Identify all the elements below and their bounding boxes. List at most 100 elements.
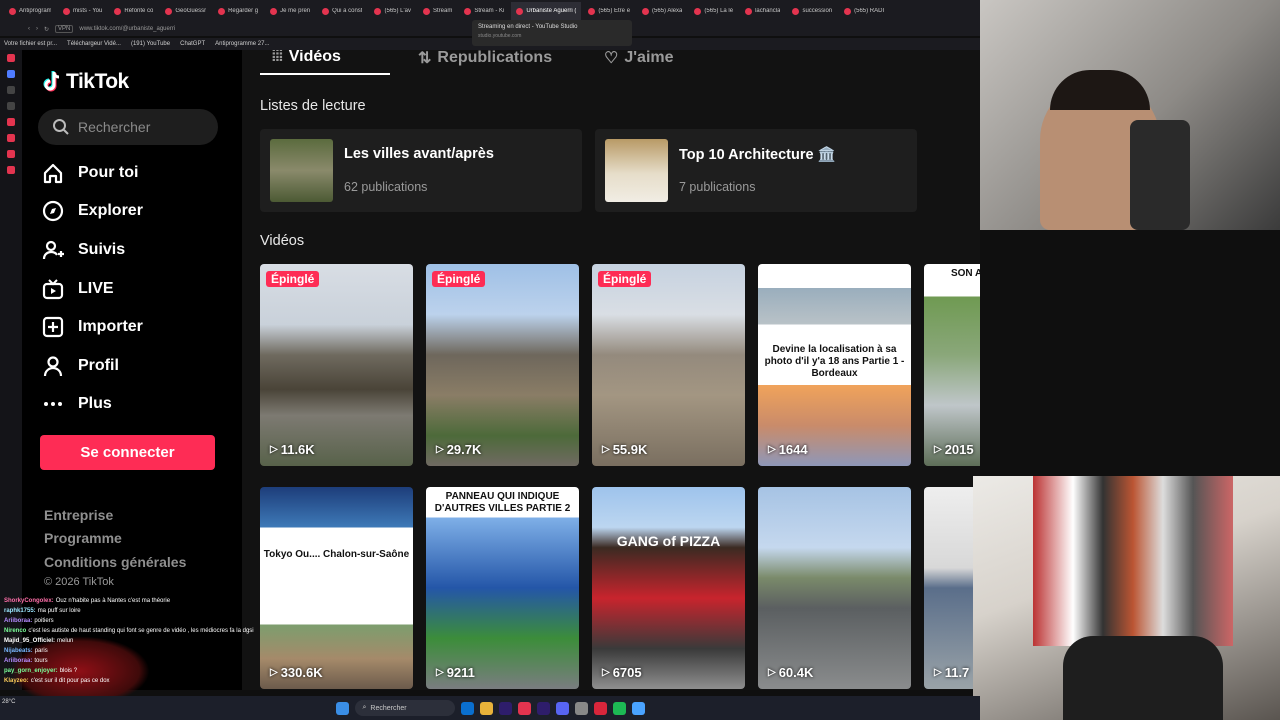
browser-tab-label: (565) Etre e (598, 8, 631, 14)
reload-icon[interactable]: ↻ (44, 26, 49, 33)
tiktok-logo[interactable]: TikTok (42, 70, 129, 94)
footer-link[interactable]: Programme (44, 530, 122, 546)
browser-tab[interactable]: (565) RADI (839, 2, 889, 20)
nav-item-importer[interactable]: Importer (42, 316, 143, 338)
bookmark-item[interactable]: ChatGPT (180, 41, 205, 47)
premiere-2-icon[interactable] (536, 701, 550, 715)
tab-videos[interactable]: ⦙⦙⦙ Vidéos (272, 50, 341, 66)
folder-icon[interactable] (479, 701, 493, 715)
video-card[interactable]: SON ARRÊT DE BUS ▷2015 (924, 264, 980, 466)
view-count-text: 11.6K (280, 442, 315, 457)
login-button[interactable]: Se connecter (40, 435, 215, 470)
videos-heading: Vidéos (260, 233, 305, 249)
obs-icon[interactable] (574, 701, 588, 715)
view-count: ▷ 9211 (436, 665, 475, 680)
messenger-icon[interactable] (7, 70, 15, 78)
browser-tab[interactable]: Regarder g (213, 2, 263, 20)
video-thumbnail (758, 487, 911, 689)
browser-tab[interactable]: Refonte co (109, 2, 158, 20)
browser-tab[interactable]: Urbaniste Aguerri (@ (511, 2, 582, 20)
browser-tab-label: Regarder g (228, 8, 259, 14)
browser-tab[interactable]: Antiprogram (4, 2, 56, 20)
browser-tab-label: GeoGuessr (175, 8, 207, 14)
bookmark-item[interactable]: Antiprogramme 27... (215, 41, 269, 47)
tab-favicon-icon (792, 7, 800, 15)
x-icon[interactable] (7, 102, 15, 110)
bookmark-item[interactable]: (191) YouTube (131, 41, 170, 47)
weather-widget[interactable]: 28°C (2, 699, 15, 705)
tiktok-strip-icon[interactable] (7, 86, 15, 94)
chat-text: melun (57, 638, 74, 644)
browser-tab[interactable]: (565) La lé (689, 2, 738, 20)
search-input[interactable]: Rechercher (38, 109, 218, 145)
video-card[interactable]: Devine la localisation à sa photo d'il y… (758, 264, 911, 466)
playlist-card[interactable]: Top 10 Architecture 🏛️ 7 publications (595, 129, 917, 212)
chat-username: raphk1755: (4, 608, 36, 614)
chat-message: Nirenco c'est les autiste de haut standin… (4, 626, 304, 636)
browser-tab[interactable]: (565) L'av (369, 2, 416, 20)
forward-icon[interactable]: › (36, 26, 38, 32)
video-card[interactable]: Épinglé ▷ 11.6K (260, 264, 413, 466)
stream-chat: ShorkyCongolex: Ouz n'habite pas à Nantes… (0, 596, 300, 706)
taskbar-search[interactable]: ⌕ Rechercher (354, 700, 455, 716)
url-text[interactable]: www.tiktok.com/@urbaniste_aguerri (79, 26, 175, 32)
browser-tab[interactable]: succession (787, 2, 837, 20)
browser-tab[interactable]: (565) Alexa (637, 2, 687, 20)
browser-tab[interactable]: lachancla (740, 2, 785, 20)
browser-tab[interactable]: Qui a const (317, 2, 367, 20)
video-thumbnail (426, 264, 579, 466)
browser-tab[interactable]: GeoGuessr (160, 2, 211, 20)
nav-item-suivis[interactable]: Suivis (42, 239, 125, 261)
video-card[interactable]: PANNEAU QUI INDIQUE D'AUTRES VILLES PART… (426, 487, 579, 689)
history-icon[interactable] (7, 118, 15, 126)
footer-link[interactable]: Conditions générales (44, 554, 186, 570)
browser-tab-label: Stream (432, 8, 453, 14)
spotify-icon[interactable] (612, 701, 626, 715)
video-card[interactable]: GANG of PIZZA ▷ 6705 (592, 487, 745, 689)
app-blue-icon[interactable] (631, 701, 645, 715)
playlist-thumbnail (605, 139, 668, 202)
video-card[interactable]: ▷ 11.7 (924, 487, 980, 689)
tab-reposts[interactable]: ⇅ Republications (418, 50, 552, 68)
tab-label: J'aime (624, 50, 674, 66)
nav-item-explorer[interactable]: Explorer (42, 200, 143, 222)
browser-tab[interactable]: Stream (418, 2, 457, 20)
nav-item-profil[interactable]: Profil (42, 355, 119, 377)
tab-likes[interactable]: ♡ J'aime (604, 50, 674, 68)
opera-icon[interactable] (7, 54, 15, 62)
browser-tab[interactable]: (565) Etre e (583, 2, 635, 20)
view-count: ▷ 55.9K (602, 442, 647, 457)
nav-item-live[interactable]: LIVE (42, 278, 114, 300)
browser-tab[interactable]: Je me pren (265, 2, 315, 20)
nav-item-plus[interactable]: Plus (42, 393, 112, 415)
discord-icon[interactable] (555, 701, 569, 715)
chat-username: Ariiboraa: (4, 618, 33, 624)
nav-item-pour-toi[interactable]: Pour toi (42, 162, 138, 184)
bookmark-item[interactable]: Téléchargeur Vidé... (67, 41, 121, 47)
vpn-badge[interactable]: VPN (55, 25, 74, 33)
view-count: ▷ 11.7 (934, 665, 969, 680)
tab-favicon-icon (374, 7, 382, 15)
webcam-streamer (980, 0, 1280, 230)
download-icon[interactable] (7, 150, 15, 158)
video-card[interactable]: Épinglé ▷ 29.7K (426, 264, 579, 466)
premiere-icon[interactable] (498, 701, 512, 715)
compass-icon (42, 200, 64, 222)
app-red-icon[interactable] (593, 701, 607, 715)
opera-taskbar-icon[interactable] (517, 701, 531, 715)
footer-link[interactable]: Entreprise (44, 507, 113, 523)
video-card[interactable]: ▷ 60.4K (758, 487, 911, 689)
bookmark-item[interactable]: Votre fichier est pr... (4, 41, 57, 47)
browser-tab[interactable]: Stream - Ki (459, 2, 509, 20)
windows-start-icon[interactable] (335, 701, 349, 715)
back-icon[interactable]: ‹ (28, 26, 30, 32)
heart-icon[interactable] (7, 134, 15, 142)
nav-label: Profil (78, 357, 119, 374)
clock-icon[interactable] (7, 166, 15, 174)
photoshop-icon[interactable] (460, 701, 474, 715)
logo-text: TikTok (66, 70, 129, 93)
playlist-card[interactable]: Les villes avant/après 62 publications (260, 129, 582, 212)
video-card[interactable]: Épinglé ▷ 55.9K (592, 264, 745, 466)
browser-tab[interactable]: mists - You (58, 2, 107, 20)
view-count-text: 55.9K (612, 442, 648, 457)
